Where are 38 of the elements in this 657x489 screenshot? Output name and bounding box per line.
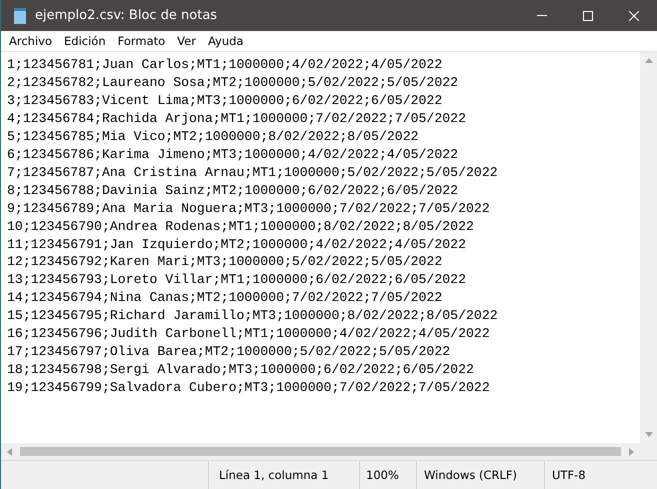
scroll-down-icon[interactable] [644,432,652,437]
menu-item[interactable]: Ver [171,31,202,51]
scroll-up-icon[interactable] [644,58,652,63]
text-line: 4;123456784;Rachida Arjona;MT1;1000000;7/02/2022;7/05/2022 [7,110,466,128]
text-line: 16;123456796;Judith Carbonell;MT1;1000000;4/02/2022;4/05/2022 [7,325,490,344]
minimize-icon [537,15,547,16]
text-line: 1;123456781;Juan Carlos;MT1;1000000;4/02/2022;4/05/2022 [7,56,442,74]
scroll-left-icon[interactable] [7,448,12,456]
text-line: 8;123456788;Davinia Sainz;MT2;1000000;6/02/2022;6/05/2022 [7,182,458,200]
text-line: 2;123456782;Laureano Sosa;MT2;1000000;5/02/2022;5/05/2022 [7,74,458,92]
close-icon [629,10,639,20]
text-line: 10;123456790;Andrea Rodenas;MT1;1000000;8/02/2022;8/05/2022 [7,218,474,236]
maximize-icon [583,10,593,20]
text-line: 19;123456799;Salvadora Cubero;MT3;1000000;7/02/2022;7/05/2022 [7,379,490,398]
line-ending: Windows (CRLF) [416,461,544,489]
text-line: 3;123456783;Vicent Lima;MT3;1000000;6/02/2022;6/05/2022 [7,92,442,110]
cursor-position: Línea 1, columna 1 [208,461,359,489]
text-line: 9;123456789;Ana Maria Noguera;MT3;1000000;7/02/2022;7/05/2022 [7,200,490,218]
text-line: 18;123456798;Sergi Alvarado;MT3;1000000;6/02/2022;6/05/2022 [7,361,474,380]
menu-item[interactable]: Archivo [3,31,58,51]
notepad-icon [13,8,27,24]
text-line: 6;123456786;Karima Jimeno;MT3;1000000;4/02/2022;4/05/2022 [7,146,458,164]
text-line: 11;123456791;Jan Izquierdo;MT2;1000000;4/02/2022;4/05/2022 [7,236,466,254]
text-line: 17;123456797;Oliva Barea;MT2;1000000;5/02/2022;5/05/2022 [7,343,450,362]
window-title: ejemplo2.csv: Bloc de notas [35,8,218,23]
text-editor[interactable] [1,51,657,461]
text-line: 7;123456787;Ana Cristina Arnau;MT1;1000000;5/02/2022;5/05/2022 [7,164,498,182]
zoom-level: 100% [359,461,416,489]
text-line: 12;123456792;Karen Mari;MT3;1000000;5/02/2022;5/05/2022 [7,253,442,272]
text-line: 5;123456785;Mia Vico;MT2;1000000;8/02/2022;8/05/2022 [7,128,419,146]
text-line: 14;123456794;Nina Canas;MT2;1000000;7/02/2022;7/05/2022 [7,289,442,308]
text-line: 15;123456795;Richard Jaramillo;MT3;1000000;8/02/2022;8/05/2022 [7,307,498,326]
text-line: 13;123456793;Loreto Villar;MT1;1000000;6/02/2022;6/05/2022 [7,271,466,290]
scroll-right-icon[interactable] [629,448,634,456]
menu-item[interactable]: Edición [58,31,112,51]
menu-item[interactable]: Formato [112,31,172,51]
menu-item[interactable]: Ayuda [202,31,250,51]
encoding: UTF-8 [544,461,657,489]
